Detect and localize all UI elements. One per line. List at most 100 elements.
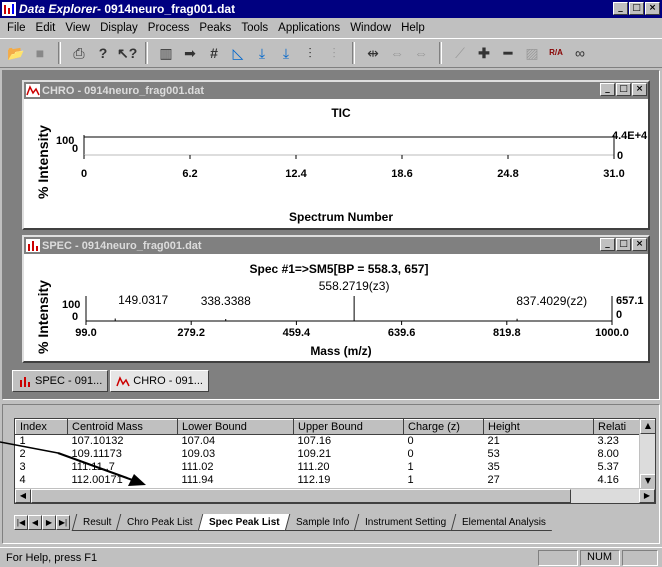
spec-right-zero: 0	[616, 309, 622, 321]
menu-edit[interactable]: Edit	[31, 22, 61, 34]
scroll-left-button[interactable]: ◀	[15, 489, 31, 503]
chro-close-button[interactable]: ×	[632, 83, 647, 96]
print-icon[interactable]: ⎙	[69, 43, 89, 63]
spec-peak-label: 338.3388	[201, 294, 251, 308]
tab-prev-button[interactable]: ◀	[28, 514, 42, 530]
compress-icon[interactable]: ⇔	[387, 43, 407, 63]
cell: 109.21	[297, 448, 332, 460]
menu-view[interactable]: View	[60, 22, 95, 34]
app-icon	[2, 2, 16, 16]
chro-x-tick-label: 18.6	[391, 168, 412, 180]
task-spec-label: SPEC - 091...	[35, 375, 103, 387]
plus-icon[interactable]: ✚	[474, 43, 494, 63]
close-button[interactable]: ×	[645, 2, 660, 15]
table-header-row: Index Centroid Mass Lower Bound Upper Bo…	[15, 419, 642, 435]
scroll-up-button[interactable]: ▲	[640, 419, 655, 434]
scroll-thumb[interactable]	[31, 489, 571, 503]
chro-x-tick-label: 12.4	[285, 168, 307, 180]
chro-y-label: % Intensity	[35, 125, 51, 199]
task-chro[interactable]: CHRO - 091...	[110, 370, 209, 392]
tab-result[interactable]: Result	[71, 513, 122, 531]
spec-window[interactable]: SPEC - 0914neuro_frag001.dat _ □ × % Int…	[22, 235, 650, 363]
col-relative[interactable]: Relati	[593, 419, 642, 435]
expand-icon[interactable]: ⇹	[363, 43, 383, 63]
col-upper-bound[interactable]: Upper Bound	[293, 419, 404, 435]
spec-x-tick-label: 99.0	[75, 327, 96, 339]
col-index[interactable]: Index	[15, 419, 68, 435]
chro-x-tick-label: 31.0	[603, 168, 624, 180]
chro-window[interactable]: CHRO - 0914neuro_frag001.dat _ □ × % Int…	[22, 80, 650, 230]
arrow-right-icon[interactable]: ➡	[180, 43, 200, 63]
tab-first-button[interactable]: |◀	[14, 514, 28, 530]
spec-close-button[interactable]: ×	[632, 238, 647, 251]
menu-file[interactable]: File	[2, 22, 31, 34]
menu-process[interactable]: Process	[143, 22, 195, 34]
link-icon[interactable]: ∞	[570, 43, 590, 63]
spec-y-tick-bottom: 0	[72, 311, 78, 323]
tab-chro-peak-list[interactable]: Chro Peak List	[116, 513, 204, 531]
chart4-icon[interactable]: ⫶	[324, 43, 344, 63]
menu-display[interactable]: Display	[95, 22, 143, 34]
menu-help[interactable]: Help	[396, 22, 430, 34]
download1-icon[interactable]: ⤓	[252, 43, 272, 63]
spec-minimize-button[interactable]: _	[600, 238, 615, 251]
chart5-icon[interactable]: ▨	[522, 43, 542, 63]
status-bar: For Help, press F1 NUM	[0, 547, 662, 567]
tab-spec-peak-list[interactable]: Spec Peak List	[197, 513, 290, 531]
spec-title-bar[interactable]: SPEC - 0914neuro_frag001.dat _ □ ×	[24, 237, 648, 254]
tab-last-button[interactable]: ▶|	[56, 514, 70, 530]
chro-x-tick-label: 6.2	[182, 168, 197, 180]
download2-icon[interactable]: ⤓	[276, 43, 296, 63]
cell: 109.03	[181, 448, 216, 460]
chro-maximize-button[interactable]: □	[616, 83, 631, 96]
col-centroid-mass[interactable]: Centroid Mass	[67, 419, 178, 435]
tab-sample-info[interactable]: Sample Info	[284, 513, 360, 531]
cell: 111.02	[181, 461, 214, 473]
minimize-button[interactable]: _	[613, 2, 628, 15]
chro-plot[interactable]: % Intensity TIC 100 0 4.4E+4 0 0 6.2 12.4 1…	[24, 99, 648, 228]
col-charge[interactable]: Charge (z)	[403, 419, 484, 435]
cell: 21	[487, 435, 500, 448]
menu-applications[interactable]: Applications	[273, 22, 345, 34]
peak-table[interactable]: Index Centroid Mass Lower Bound Upper Bo…	[14, 418, 656, 504]
tab-instrument-setting[interactable]: Instrument Setting	[353, 513, 457, 531]
spec-maximize-button[interactable]: □	[616, 238, 631, 251]
menu-window[interactable]: Window	[345, 22, 396, 34]
vertical-scrollbar[interactable]: ▲ ▼	[639, 419, 655, 489]
menu-peaks[interactable]: Peaks	[194, 22, 236, 34]
save-icon[interactable]: ■	[30, 43, 50, 63]
task-spec[interactable]: SPEC - 091...	[12, 370, 109, 392]
chro-title-bar[interactable]: CHRO - 0914neuro_frag001.dat _ □ ×	[24, 82, 648, 99]
table-row[interactable]: 4 112.00171 111.94 112.19 1 27 4.16	[16, 474, 642, 487]
chro-minimize-button[interactable]: _	[600, 83, 615, 96]
horizontal-scrollbar[interactable]: ◀ ▶	[15, 488, 655, 503]
hash-icon[interactable]: #	[204, 43, 224, 63]
col-lower-bound[interactable]: Lower Bound	[177, 419, 294, 435]
cell: 5.37	[597, 461, 619, 473]
minus-icon[interactable]: ━	[498, 43, 518, 63]
cell: 3	[19, 461, 26, 473]
table-row[interactable]: 1 107.10132 107.04 107.16 0 21 3.23	[16, 435, 642, 448]
open-icon[interactable]: 📂	[6, 43, 26, 63]
chart1-icon[interactable]: ▥	[156, 43, 176, 63]
scroll-right-button[interactable]: ▶	[639, 489, 655, 503]
menu-tools[interactable]: Tools	[236, 22, 273, 34]
context-help-icon[interactable]: ↖?	[117, 43, 137, 63]
shift-icon[interactable]: ⇔	[411, 43, 431, 63]
table-row[interactable]: 2 109.11173 109.03 109.21 0 53 8.00	[16, 448, 642, 461]
baseline-icon[interactable]: ⟋	[450, 43, 470, 63]
chart2-icon[interactable]: ◺	[228, 43, 248, 63]
maximize-button[interactable]: □	[629, 2, 644, 15]
scroll-down-button[interactable]: ▼	[640, 474, 655, 489]
tab-next-button[interactable]: ▶	[42, 514, 56, 530]
ra-icon[interactable]: R/A	[546, 43, 566, 63]
cell: 107.16	[297, 435, 332, 448]
tab-elemental-analysis[interactable]: Elemental Analysis	[450, 513, 557, 531]
help-icon[interactable]: ?	[93, 43, 113, 63]
cell: 35	[487, 461, 500, 473]
chart3-icon[interactable]: ⫶	[300, 43, 320, 63]
spec-plot[interactable]: % Intensity Spec #1=>SM5[BP = 558.3, 657…	[24, 254, 648, 361]
table-row[interactable]: 3 111.11..7 111.02 111.20 1 35 5.37	[16, 461, 642, 474]
spec-x-tick-label: 819.8	[493, 327, 521, 339]
col-height[interactable]: Height	[483, 419, 594, 435]
